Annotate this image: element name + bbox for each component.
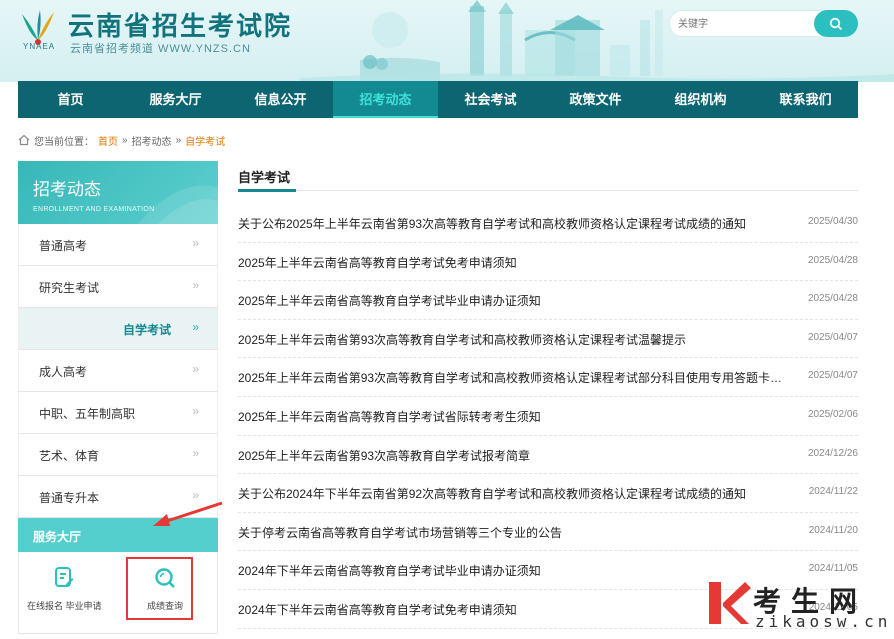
sidebar-item-label: 研究生考试: [39, 281, 100, 295]
news-date: 2025/04/30: [807, 216, 858, 227]
breadcrumb-separator: »: [122, 134, 128, 146]
breadcrumb-home[interactable]: 首页: [98, 133, 118, 148]
news-date: 2025/04/28: [807, 293, 858, 305]
news-item[interactable]: 关于停考云南省高等教育自学考试市场营销等三个专业的公告 2024/11/20: [238, 513, 858, 552]
document-icon: [55, 567, 74, 587]
news-title[interactable]: 关于公布2025年上半年云南省第93次高等教育自学考试和高校教师资格认定课程考试…: [238, 215, 788, 232]
sidebar-item-self-study-exam[interactable]: 自学考试 »: [18, 308, 218, 350]
sidebar-item-gaokao[interactable]: 普通高考 »: [18, 224, 218, 266]
nav-item-home[interactable]: 首页: [18, 81, 123, 118]
news-item[interactable]: 2025年上半年云南省第93次高等教育自学考试和高校教师资格认定课程考试温馨提示…: [238, 320, 858, 359]
news-title[interactable]: 2025年上半年云南省高等教育自学考试省际转考考生须知: [238, 408, 788, 425]
news-title[interactable]: 2025年上半年云南省第93次高等教育自学考试和高校教师资格认定课程考试温馨提示: [238, 331, 788, 348]
news-date: 2025/04/07: [807, 370, 858, 382]
logo-text: YNAEA: [23, 42, 56, 51]
service-hall-title: 服务大厅: [33, 530, 82, 544]
breadcrumb: 您当前位置： 首页 » 招考动态 » 自学考试: [18, 132, 225, 148]
sidebar-item-adult-exam[interactable]: 成人高考 »: [18, 350, 218, 392]
nav-item-policy-docs[interactable]: 政策文件: [543, 81, 648, 118]
news-date: 2024/12/26: [807, 447, 858, 459]
breadcrumb-current: 自学考试: [185, 136, 226, 148]
service-online-registration[interactable]: 在线报名 毕业申请: [27, 566, 102, 612]
news-title[interactable]: 2024年下半年云南省高等教育自学考试毕业申请办证须知: [238, 562, 788, 579]
news-item[interactable]: 2025年上半年云南省高等教育自学考试省际转考考生须知 2025/02/06: [238, 397, 858, 436]
sidebar-item-label: 普通高考: [39, 239, 88, 253]
site-title[interactable]: 云南省招生考试院: [68, 6, 292, 43]
sidebar-item-label: 成人高考: [39, 365, 88, 379]
breadcrumb-section[interactable]: 招考动态: [132, 133, 172, 148]
site-subtitle: 云南省招考频道 WWW.YNZS.CN: [70, 43, 251, 55]
sidebar-item-label: 艺术、体育: [39, 449, 100, 463]
news-item[interactable]: 2025年上半年云南省第93次高等教育自学考试和高校教师资格认定课程考试部分科目…: [238, 358, 858, 397]
news-title[interactable]: 关于公布2024年下半年云南省第92次高等教育自学考试和高校教师资格认定课程考试…: [238, 485, 788, 502]
chevron-right-icon: »: [192, 236, 199, 250]
news-title[interactable]: 关于停考云南省高等教育自学考试市场营销等三个专业的公告: [238, 524, 788, 541]
main-nav: 首页 服务大厅 信息公开 招考动态 社会考试 政策文件 组织机构 联系我们: [18, 81, 858, 118]
news-item[interactable]: 关于公布2024年下半年云南省第92次高等教育自学考试和高校教师资格认定课程考试…: [238, 474, 858, 513]
section-title-underline: [238, 189, 296, 192]
news-title[interactable]: 2025年上半年云南省高等教育自学考试免考申请须知: [238, 254, 788, 271]
decorative-wave: [138, 185, 218, 224]
sidebar-item-vocational[interactable]: 中职、五年制高职 »: [18, 392, 218, 434]
news-title[interactable]: 2025年上半年云南省第93次高等教育自学考试和高校教师资格认定课程考试部分科目…: [238, 369, 788, 386]
divider: [238, 190, 858, 191]
search-icon: [829, 17, 843, 30]
chevron-right-icon: »: [192, 320, 199, 334]
watermark-logo-icon: [709, 582, 751, 624]
sidebar-title: 招考动态: [33, 180, 101, 199]
news-date: 2025/02/06: [807, 408, 858, 420]
watermark: 考生网 zikaosw.cn: [705, 578, 894, 639]
nav-item-service-hall[interactable]: 服务大厅: [123, 81, 228, 118]
sidebar-item-graduate-exam[interactable]: 研究生考试 »: [18, 266, 218, 308]
chevron-right-icon: »: [192, 404, 199, 418]
sidebar-item-label: 普通专升本: [39, 491, 100, 505]
news-item[interactable]: 2025年上半年云南省高等教育自学考试毕业申请办证须知 2025/04/28: [238, 281, 858, 320]
nav-item-exam-news[interactable]: 招考动态: [333, 81, 438, 118]
site-header: YNAEA 云南省招生考试院 云南省招考频道 WWW.YNZS.CN: [0, 0, 894, 82]
breadcrumb-prefix: 您当前位置：: [34, 136, 94, 148]
sidebar-menu: 普通高考 » 研究生考试 » 自学考试 » 成人高考 » 中职、五年制高职 » …: [18, 224, 218, 518]
news-date: 2024/11/22: [808, 486, 858, 498]
news-title[interactable]: 2025年上半年云南省第93次高等教育自学考试报考简章: [238, 447, 788, 464]
news-item[interactable]: 2025年上半年云南省第93次高等教育自学考试报考简章 2024/12/26: [238, 436, 858, 475]
annotation-highlight-box: [126, 557, 193, 620]
chevron-right-icon: »: [192, 362, 199, 376]
search-input[interactable]: [678, 15, 818, 33]
news-item[interactable]: 关于公布2025年上半年云南省第93次高等教育自学考试和高校教师资格认定课程考试…: [238, 204, 858, 243]
nav-item-info-disclosure[interactable]: 信息公开: [228, 81, 333, 118]
sidebar-item-art-sports[interactable]: 艺术、体育 »: [18, 434, 218, 476]
search-button[interactable]: [814, 10, 858, 37]
news-date: 2025/04/28: [807, 254, 858, 266]
section-title: 自学考试: [238, 170, 291, 185]
nav-item-social-exams[interactable]: 社会考试: [438, 81, 543, 118]
sidebar-title-en: ENROLLMENT AND EXAMINATION: [33, 206, 155, 213]
news-list: 关于公布2025年上半年云南省第93次高等教育自学考试和高校教师资格认定课程考试…: [238, 204, 858, 629]
sidebar-header: 招考动态 ENROLLMENT AND EXAMINATION: [18, 161, 218, 224]
nav-item-contact[interactable]: 联系我们: [753, 81, 858, 118]
annotation-arrow-icon: [153, 501, 223, 526]
chevron-right-icon: »: [192, 446, 199, 460]
sidebar-item-label: 自学考试: [123, 323, 172, 337]
news-item[interactable]: 2025年上半年云南省高等教育自学考试免考申请须知 2025/04/28: [238, 243, 858, 282]
news-date: 2024/11/20: [808, 524, 858, 536]
service-item-label: 在线报名 毕业申请: [27, 601, 102, 611]
sidebar-item-label: 中职、五年制高职: [39, 407, 136, 421]
breadcrumb-separator: »: [175, 134, 182, 146]
news-date: 2025/04/07: [807, 331, 858, 343]
nav-item-organization[interactable]: 组织机构: [648, 81, 753, 118]
news-date: 2024/11/05: [808, 563, 858, 575]
news-title[interactable]: 2025年上半年云南省高等教育自学考试毕业申请办证须知: [238, 292, 788, 309]
home-icon: [18, 134, 30, 146]
chevron-right-icon: »: [192, 278, 199, 292]
search-box: [669, 10, 858, 37]
watermark-text-en: zikaosw.cn: [755, 612, 892, 631]
